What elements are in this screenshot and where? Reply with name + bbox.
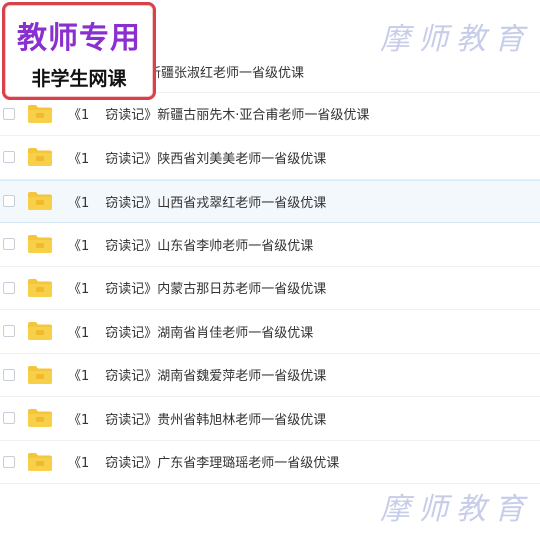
file-name[interactable]: 《1 窃读记》内蒙古那日苏老师一省级优课 [68, 278, 326, 297]
folder-icon [27, 234, 53, 254]
row-checkbox[interactable] [3, 281, 15, 294]
folder-icon [27, 104, 53, 124]
row-checkbox[interactable] [3, 151, 15, 164]
file-row-selected[interactable]: 《1 窃读记》山西省戎翠红老师一省级优课 [0, 179, 540, 223]
file-name[interactable]: 《1 窃读记》山西省戎翠红老师一省级优课 [68, 192, 326, 211]
file-name-partial[interactable]: 新疆张淑红老师一省级优课 [148, 62, 304, 81]
folder-icon [27, 365, 53, 385]
file-row[interactable]: 《1 窃读记》湖南省魏爱萍老师一省级优课 [0, 354, 540, 397]
file-name[interactable]: 《1 窃读记》陕西省刘美美老师一省级优课 [68, 148, 326, 167]
row-checkbox[interactable] [3, 195, 15, 208]
badge-title: 教师专用 [17, 21, 141, 56]
folder-icon [27, 452, 53, 472]
file-row[interactable]: 《1 窃读记》广东省李理璐瑶老师一省级优课 [0, 441, 540, 484]
row-checkbox[interactable] [3, 107, 15, 120]
teacher-only-badge: 教师专用 非学生网课 [2, 2, 156, 100]
file-name[interactable]: 《1 窃读记》广东省李理璐瑶老师一省级优课 [68, 452, 339, 471]
row-checkbox[interactable] [3, 368, 15, 381]
row-checkbox[interactable] [3, 238, 15, 251]
file-name[interactable]: 《1 窃读记》山东省李帅老师一省级优课 [68, 235, 313, 254]
file-list: 《1 窃读记》新疆古丽先木·亚合甫老师一省级优课 《1 窃读记》陕西省刘美美老师一省… [0, 49, 540, 484]
file-row[interactable]: 《1 窃读记》陕西省刘美美老师一省级优课 [0, 136, 540, 180]
folder-icon [27, 191, 53, 211]
badge-subtitle: 非学生网课 [31, 68, 127, 90]
folder-icon [27, 321, 53, 341]
file-name[interactable]: 《1 窃读记》新疆古丽先木·亚合甫老师一省级优课 [68, 104, 369, 123]
folder-icon [27, 147, 53, 167]
watermark-top: 摩师教育 [380, 22, 532, 57]
watermark-bottom: 摩师教育 [380, 492, 532, 527]
file-name[interactable]: 《1 窃读记》湖南省肖佳老师一省级优课 [68, 322, 313, 341]
file-name[interactable]: 《1 窃读记》湖南省魏爱萍老师一省级优课 [68, 365, 326, 384]
file-manager-screen: 《1 窃读记》新疆古丽先木·亚合甫老师一省级优课 《1 窃读记》陕西省刘美美老师一省… [0, 0, 540, 540]
row-checkbox[interactable] [3, 455, 15, 468]
row-checkbox[interactable] [3, 412, 15, 425]
folder-icon [27, 408, 53, 428]
row-checkbox[interactable] [3, 325, 15, 338]
file-name[interactable]: 《1 窃读记》贵州省韩旭林老师一省级优课 [68, 409, 326, 428]
file-row[interactable]: 《1 窃读记》贵州省韩旭林老师一省级优课 [0, 397, 540, 441]
file-row[interactable]: 《1 窃读记》内蒙古那日苏老师一省级优课 [0, 267, 540, 310]
file-row[interactable]: 《1 窃读记》山东省李帅老师一省级优课 [0, 223, 540, 267]
file-row[interactable]: 《1 窃读记》湖南省肖佳老师一省级优课 [0, 310, 540, 354]
folder-icon [27, 278, 53, 298]
